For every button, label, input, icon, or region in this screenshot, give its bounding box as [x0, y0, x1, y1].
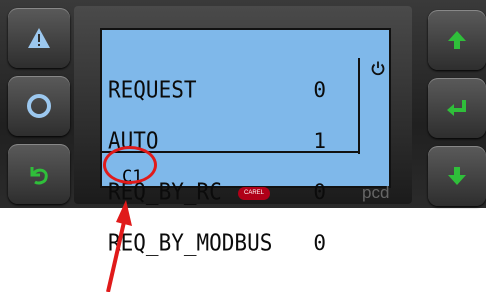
pointer-arrow-icon: [106, 200, 132, 292]
